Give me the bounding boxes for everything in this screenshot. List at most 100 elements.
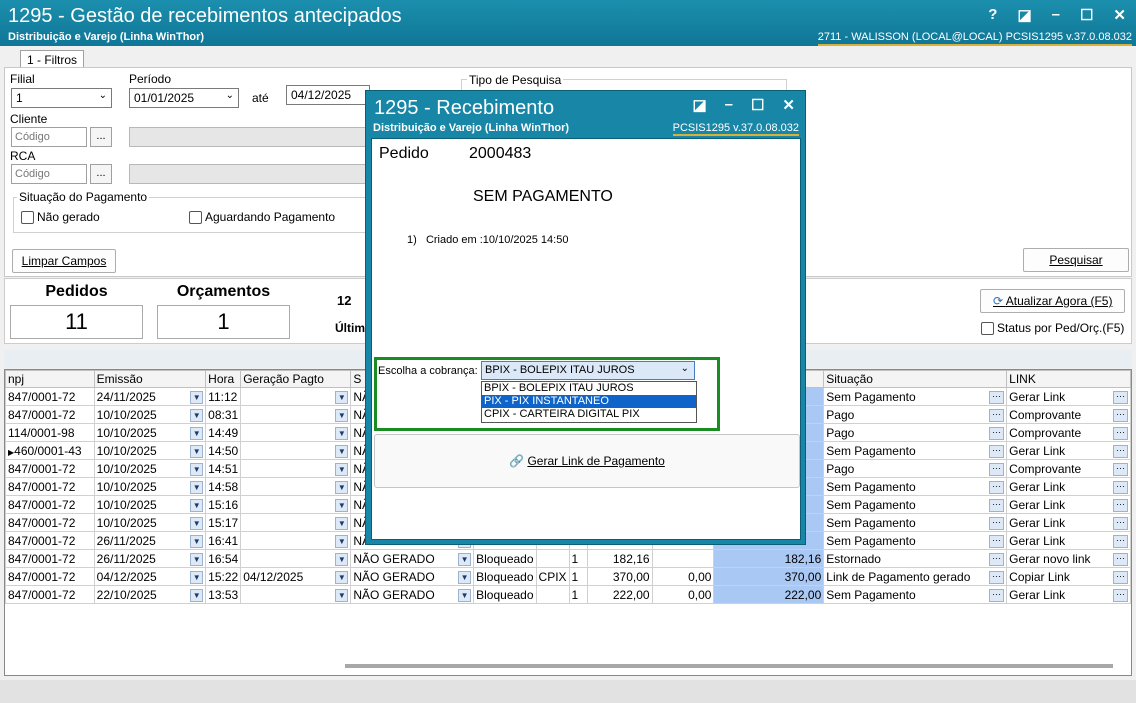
ellipsis-button[interactable]: ··· [989, 390, 1005, 404]
ellipsis-button[interactable]: ··· [989, 462, 1005, 476]
ellipsis-button[interactable]: ··· [1113, 534, 1128, 548]
dropdown-icon[interactable]: ▼ [190, 588, 204, 602]
dropdown-icon[interactable]: ▼ [458, 588, 472, 602]
ellipsis-button[interactable]: ··· [1113, 552, 1128, 566]
cell-text: 26/11/2025 [96, 533, 156, 548]
dropdown-icon[interactable]: ▼ [335, 552, 349, 566]
cliente-name-field [129, 127, 369, 147]
table-row[interactable]: 847/0001-72 22/10/2025 ▼ 13:53 ▼ NÃO GERADO ▼ B… [5, 585, 1131, 604]
status-ped-orc-checkbox[interactable]: Status por Ped/Orç.(F5) [981, 321, 1124, 335]
column-header[interactable]: Hora [205, 370, 242, 388]
ellipsis-button[interactable]: ··· [1113, 588, 1128, 602]
column-header[interactable]: npj [5, 370, 95, 388]
dropdown-icon[interactable]: ▼ [335, 426, 349, 440]
dropdown-icon[interactable]: ▼ [190, 516, 204, 530]
nao-gerado-checkbox[interactable]: Não gerado [21, 210, 100, 224]
dropdown-icon[interactable]: ▼ [190, 426, 204, 440]
ellipsis-button[interactable]: ··· [989, 480, 1005, 494]
option-cpix[interactable]: CPIX - CARTEIRA DIGITAL PIX [482, 408, 696, 421]
dropdown-icon[interactable]: ▼ [335, 462, 349, 476]
window-controls: ? ◪ – ☐ ✕ [988, 6, 1126, 24]
aguardando-checkbox[interactable]: Aguardando Pagamento [189, 210, 335, 224]
ellipsis-button[interactable]: ··· [989, 534, 1005, 548]
dropdown-icon[interactable]: ▼ [335, 480, 349, 494]
rca-search-button[interactable]: ... [90, 164, 112, 184]
dropdown-icon[interactable]: ▼ [190, 498, 204, 512]
ellipsis-button[interactable]: ··· [989, 408, 1005, 422]
dropdown-icon[interactable]: ▼ [458, 552, 472, 566]
minimize-button[interactable]: – [1052, 6, 1060, 24]
table-cell: 04/12/2025 ▼ [93, 567, 207, 586]
dropdown-icon[interactable]: ▼ [335, 408, 349, 422]
ellipsis-button[interactable]: ··· [1113, 390, 1128, 404]
dialog-minimize-button[interactable]: – [725, 96, 733, 114]
ellipsis-button[interactable]: ··· [989, 426, 1005, 440]
maximize-button[interactable]: ☐ [1080, 6, 1093, 24]
pesquisar-button[interactable]: Pesquisar [1023, 248, 1129, 272]
close-button[interactable]: ✕ [1113, 6, 1126, 24]
dropdown-icon[interactable]: ▼ [335, 534, 349, 548]
dropdown-icon[interactable]: ▼ [335, 570, 349, 584]
dropdown-icon[interactable]: ▼ [335, 516, 349, 530]
table-cell: 10/10/2025 ▼ [93, 459, 207, 478]
ellipsis-button[interactable]: ··· [989, 498, 1005, 512]
cliente-search-button[interactable]: ... [90, 127, 112, 147]
column-header[interactable]: Situação [823, 370, 1008, 388]
filial-select[interactable]: 1 ⌄ [11, 88, 112, 108]
table-row[interactable]: 847/0001-72 26/11/2025 ▼ 16:54 ▼ NÃO GERADO ▼ B… [5, 549, 1131, 568]
recebimento-dialog: 1295 - Recebimento Distribuição e Varejo… [365, 90, 806, 545]
dialog-close-button[interactable]: ✕ [782, 96, 795, 114]
atualizar-button[interactable]: ⟳ Atualizar Agora (F5) [980, 289, 1125, 313]
cell-text: Sem Pagamento [826, 587, 916, 602]
table-row[interactable]: 847/0001-72 04/12/2025 ▼ 15:22 04/12/2025 ▼ NÃ… [5, 567, 1131, 586]
dropdown-icon[interactable]: ▼ [335, 498, 349, 512]
cobranca-select[interactable]: BPIX - BOLEPIX ITAU JUROS ⌄ [481, 361, 695, 380]
horizontal-scrollbar[interactable] [345, 664, 1113, 668]
ellipsis-button[interactable]: ··· [1113, 498, 1128, 512]
dropdown-icon[interactable]: ▼ [335, 588, 349, 602]
dropdown-icon[interactable]: ▼ [190, 462, 204, 476]
chevron-down-icon: ⌄ [225, 90, 234, 101]
dropdown-icon[interactable]: ▼ [335, 444, 349, 458]
pedidos-label: Pedidos [45, 283, 108, 300]
column-header[interactable]: LINK [1006, 370, 1131, 388]
ellipsis-button[interactable]: ··· [989, 588, 1005, 602]
dialog-layout-button[interactable]: ◪ [692, 96, 706, 114]
dropdown-icon[interactable]: ▼ [190, 480, 204, 494]
ellipsis-button[interactable]: ··· [1113, 408, 1128, 422]
tab-filtros[interactable]: 1 - Filtros [20, 50, 85, 68]
dropdown-icon[interactable]: ▼ [458, 570, 472, 584]
ellipsis-button[interactable]: ··· [989, 516, 1005, 530]
ellipsis-button[interactable]: ··· [989, 570, 1005, 584]
ellipsis-button[interactable]: ··· [1113, 480, 1128, 494]
dropdown-icon[interactable]: ▼ [190, 444, 204, 458]
column-header[interactable]: Geração Pagto [240, 370, 352, 388]
gerar-link-button[interactable]: 🔗 Gerar Link de Pagamento [374, 434, 800, 488]
restore-layout-button[interactable]: ◪ [1017, 6, 1031, 24]
limpar-campos-button[interactable]: Limpar Campos [12, 249, 116, 273]
periodo-from-date[interactable]: 01/01/2025 ⌄ [129, 88, 239, 108]
dropdown-icon[interactable]: ▼ [190, 408, 204, 422]
dropdown-icon[interactable]: ▼ [335, 390, 349, 404]
dropdown-icon[interactable]: ▼ [190, 570, 204, 584]
dropdown-icon[interactable]: ▼ [190, 552, 204, 566]
ellipsis-button[interactable]: ··· [989, 444, 1005, 458]
periodo-to-date[interactable]: 04/12/2025 [286, 85, 370, 105]
cell-text: Gerar Link [1009, 497, 1066, 512]
help-button[interactable]: ? [988, 6, 997, 24]
ellipsis-button[interactable]: ··· [1113, 426, 1128, 440]
column-header[interactable]: Emissão [93, 370, 207, 388]
ellipsis-button[interactable]: ··· [1113, 570, 1128, 584]
option-bpix[interactable]: BPIX - BOLEPIX ITAU JUROS [482, 382, 696, 395]
cell-text: Comprovante [1009, 407, 1082, 422]
dropdown-icon[interactable]: ▼ [190, 390, 204, 404]
ellipsis-button[interactable]: ··· [1113, 516, 1128, 530]
ellipsis-button[interactable]: ··· [1113, 444, 1128, 458]
ellipsis-button[interactable]: ··· [1113, 462, 1128, 476]
dropdown-icon[interactable]: ▼ [190, 534, 204, 548]
dialog-maximize-button[interactable]: ☐ [751, 96, 764, 114]
cliente-code-input[interactable]: Código [11, 127, 87, 147]
rca-code-input[interactable]: Código [11, 164, 87, 184]
option-pix[interactable]: PIX - PIX INSTANTANEO [482, 395, 696, 408]
ellipsis-button[interactable]: ··· [989, 552, 1005, 566]
